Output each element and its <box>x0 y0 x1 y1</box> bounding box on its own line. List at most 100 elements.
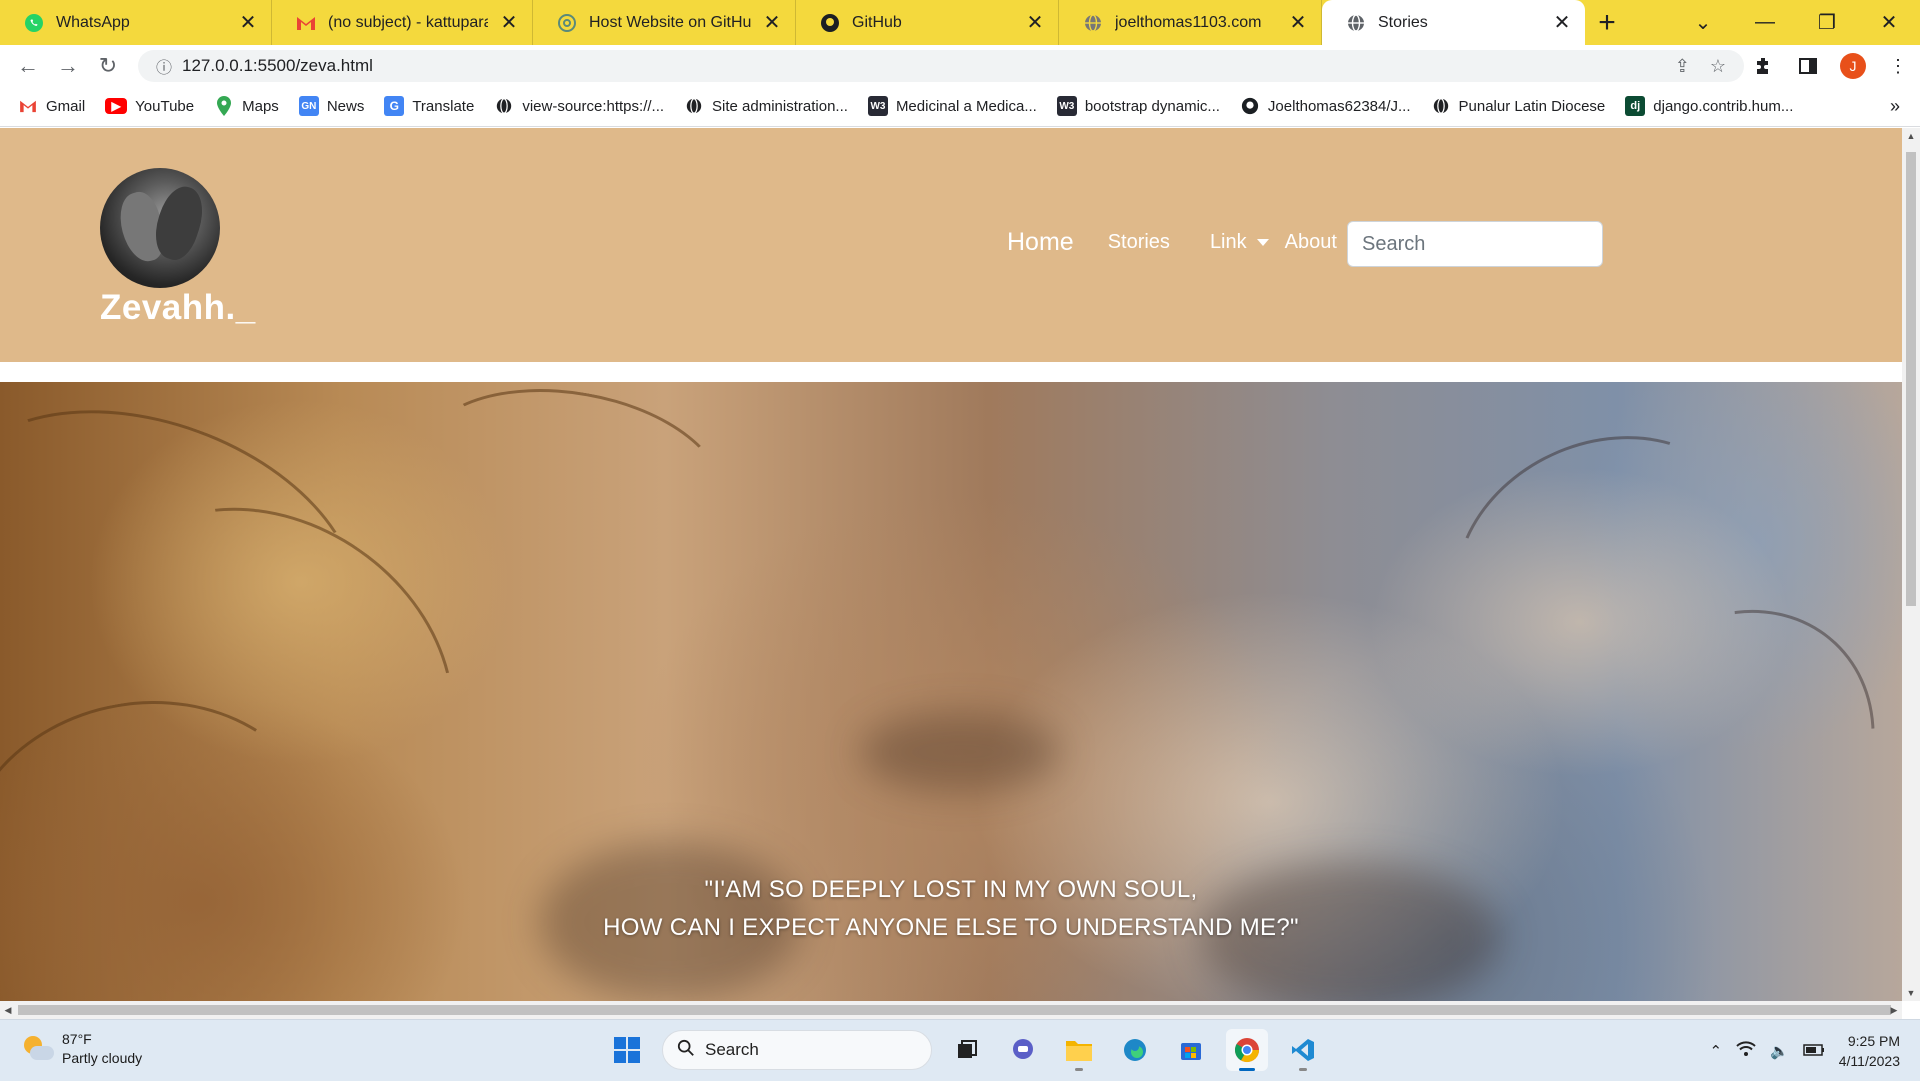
close-icon[interactable]: ✕ <box>1289 12 1307 34</box>
close-icon[interactable]: ✕ <box>1026 12 1044 34</box>
nav-about[interactable]: About <box>1285 231 1337 254</box>
side-panel-icon[interactable] <box>1796 54 1820 78</box>
minimize-button[interactable]: — <box>1734 0 1796 45</box>
bookmark-label: Site administration... <box>712 97 848 115</box>
bookmark-view-source[interactable]: view-source:https://... <box>494 96 664 116</box>
profile-avatar[interactable]: J <box>1840 53 1866 79</box>
horizontal-scrollbar[interactable]: ◀ ▶ <box>0 1001 1902 1019</box>
tab-title: WhatsApp <box>56 13 130 31</box>
clock-time: 9:25 PM <box>1847 1033 1900 1049</box>
quote-line-1: "I'AM SO DEEPLY LOST IN MY OWN SOUL, <box>704 876 1198 903</box>
taskbar-apps: Search <box>606 1029 1324 1071</box>
bookmark-news[interactable]: GN News <box>298 96 364 116</box>
bookmark-label: bootstrap dynamic... <box>1084 97 1220 115</box>
bookmark-star-icon[interactable]: ☆ <box>1710 56 1726 77</box>
tab-joelthomas[interactable]: joelthomas1103.com ✕ <box>1059 0 1322 45</box>
vscode-icon[interactable] <box>1282 1029 1324 1071</box>
tab-strip: WhatsApp ✕ (no subject) - kattuparamb ✕ … <box>0 0 1920 45</box>
maps-icon <box>214 96 234 116</box>
bookmark-label: Medicinal a Medica... <box>895 97 1037 115</box>
tab-stories[interactable]: Stories ✕ <box>1322 0 1585 45</box>
bookmark-medicinal[interactable]: W3 Medicinal a Medica... <box>867 96 1037 116</box>
tab-title: Host Website on GitHub Pa <box>589 13 751 31</box>
tab-whatsapp[interactable]: WhatsApp ✕ <box>0 0 272 45</box>
close-icon[interactable]: ✕ <box>763 12 781 34</box>
caret-down-icon <box>1256 239 1269 246</box>
bookmark-translate[interactable]: G Translate <box>384 96 474 116</box>
close-icon[interactable]: ✕ <box>500 12 518 34</box>
bookmark-django[interactable]: dj django.contrib.hum... <box>1625 96 1793 116</box>
scrollbar-thumb[interactable] <box>1906 152 1916 606</box>
forward-button[interactable]: → <box>48 46 88 86</box>
teams-chat-icon[interactable] <box>1002 1029 1044 1071</box>
extensions-icon[interactable] <box>1752 54 1776 78</box>
share-icon[interactable]: ⇪ <box>1675 56 1690 77</box>
django-icon: dj <box>1625 96 1646 116</box>
nav-link-label: Link <box>1209 231 1247 253</box>
bookmark-label: Punalur Latin Diocese <box>1458 97 1606 115</box>
logo-image[interactable] <box>100 168 220 288</box>
tab-search-icon[interactable]: ⌄ <box>1672 0 1734 45</box>
chevron-right-icon[interactable]: » <box>1890 96 1900 117</box>
bookmark-bootstrap[interactable]: W3 bootstrap dynamic... <box>1056 96 1220 116</box>
scroll-left-icon[interactable]: ◀ <box>0 1001 16 1019</box>
vertical-scrollbar[interactable]: ▲ ▼ <box>1902 128 1920 1001</box>
bookmark-label: Maps <box>242 97 279 115</box>
news-icon: GN <box>298 96 319 116</box>
nav-link-dropdown[interactable]: Link <box>1210 231 1269 254</box>
gmail-icon <box>18 96 38 116</box>
bookmark-gmail[interactable]: Gmail <box>18 96 85 116</box>
close-icon[interactable]: ✕ <box>1553 12 1571 34</box>
brand-name[interactable]: Zevahh._ <box>100 288 256 328</box>
site-nav: Home Stories Link About <box>1007 228 1337 257</box>
new-tab-button[interactable]: + <box>1585 0 1629 45</box>
close-icon[interactable]: ✕ <box>239 12 257 34</box>
taskbar-search[interactable]: Search <box>662 1030 932 1070</box>
bookmark-youtube[interactable]: ▶ YouTube <box>105 98 194 115</box>
tab-github[interactable]: GitHub ✕ <box>796 0 1059 45</box>
search-input[interactable] <box>1347 221 1603 267</box>
file-explorer-icon[interactable] <box>1058 1029 1100 1071</box>
task-view-icon[interactable] <box>946 1029 988 1071</box>
store-icon[interactable] <box>1170 1029 1212 1071</box>
battery-icon[interactable] <box>1803 1043 1825 1060</box>
clock-date: 4/11/2023 <box>1838 1053 1900 1069</box>
bookmark-joelthomas-github[interactable]: Joelthomas62384/J... <box>1240 96 1411 116</box>
bookmark-maps[interactable]: Maps <box>214 96 279 116</box>
wifi-icon[interactable] <box>1736 1041 1756 1061</box>
scroll-down-icon[interactable]: ▼ <box>1902 985 1920 1001</box>
globe-icon <box>1083 13 1103 33</box>
back-button[interactable]: ← <box>8 46 48 86</box>
bookmark-label: Translate <box>412 97 475 115</box>
hero-image: "I'AM SO DEEPLY LOST IN MY OWN SOUL, HOW… <box>0 382 1902 1001</box>
close-window-button[interactable]: ✕ <box>1858 0 1920 45</box>
restore-button[interactable]: ❐ <box>1796 0 1858 45</box>
tab-gmail[interactable]: (no subject) - kattuparamb ✕ <box>272 0 533 45</box>
bookmark-punalur[interactable]: Punalur Latin Diocese <box>1431 96 1606 116</box>
scrollbar-thumb[interactable] <box>18 1005 1891 1015</box>
window-controls: ⌄ — ❐ ✕ <box>1672 0 1920 45</box>
start-button[interactable] <box>606 1029 648 1071</box>
w3schools-icon: W3 <box>867 96 888 116</box>
nav-stories[interactable]: Stories <box>1108 231 1170 254</box>
reload-button[interactable]: ↻ <box>88 46 128 86</box>
browser-toolbar: ← → ↻ ⓘ 127.0.0.1:5500/zeva.html ⇪ ☆ J ⋮ <box>0 45 1920 86</box>
nav-home[interactable]: Home <box>1007 228 1074 257</box>
bookmark-site-admin[interactable]: Site administration... <box>684 96 848 116</box>
menu-kebab-icon[interactable]: ⋮ <box>1886 54 1910 78</box>
scroll-right-icon[interactable]: ▶ <box>1886 1001 1902 1019</box>
scroll-up-icon[interactable]: ▲ <box>1902 128 1920 144</box>
gmail-icon <box>296 13 316 33</box>
tab-github-pages[interactable]: Host Website on GitHub Pa ✕ <box>533 0 796 45</box>
quote-line-2: HOW CAN I EXPECT ANYONE ELSE TO UNDERSTA… <box>603 914 1299 941</box>
address-bar[interactable]: ⓘ 127.0.0.1:5500/zeva.html ⇪ ☆ <box>138 50 1744 82</box>
site-info-icon[interactable]: ⓘ <box>146 54 182 78</box>
weather-widget[interactable]: 87°F Partly cloudy <box>22 1030 142 1068</box>
edge-icon[interactable] <box>1114 1029 1156 1071</box>
volume-icon[interactable]: 🔈 <box>1770 1042 1789 1060</box>
chevron-up-icon[interactable]: ⌃ <box>1709 1042 1722 1060</box>
windows-logo-icon <box>614 1037 640 1063</box>
chrome-icon[interactable] <box>1226 1029 1268 1071</box>
url-text[interactable]: 127.0.0.1:5500/zeva.html <box>182 56 1675 76</box>
clock[interactable]: 9:25 PM 4/11/2023 <box>1839 1031 1900 1071</box>
